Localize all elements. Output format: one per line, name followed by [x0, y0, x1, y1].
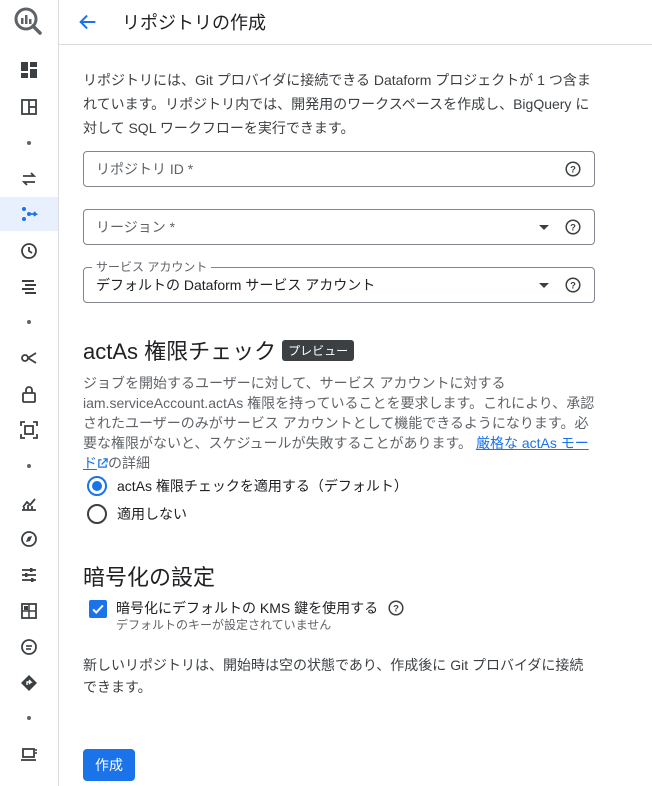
help-icon[interactable]: ? — [388, 600, 404, 616]
svg-text:?: ? — [570, 281, 576, 292]
graph-icon[interactable] — [0, 341, 58, 375]
tune-icon[interactable] — [0, 558, 58, 592]
lock-icon[interactable] — [0, 377, 58, 411]
external-link-icon — [98, 458, 108, 468]
page-title: リポジトリの作成 — [122, 13, 266, 33]
transfer-icon[interactable] — [0, 162, 58, 196]
default-kms-key-checkbox-row[interactable]: 暗号化にデフォルトの KMS 鍵を使用する? デフォルトのキーが設定されていませ… — [89, 598, 404, 632]
repository-note: 新しいリポジトリは、開始時は空の状態であり、作成後に Git プロバイダに接続で… — [83, 657, 584, 695]
radio-unselected[interactable] — [87, 504, 107, 524]
history-icon[interactable] — [0, 234, 58, 268]
svg-text:?: ? — [570, 165, 576, 176]
radio-selected[interactable] — [87, 476, 107, 496]
intro-text: リポジトリには、Git プロバイダに接続できる Dataform プロジェクトが… — [83, 72, 591, 136]
region-select[interactable]: リージョン * ? — [83, 209, 595, 245]
svg-text:?: ? — [393, 604, 399, 615]
list-icon[interactable] — [0, 269, 58, 303]
actas-none-label: 適用しない — [117, 506, 187, 522]
diamond-icon[interactable] — [0, 666, 58, 700]
actas-section-title: actAs 権限チェック プレビュー — [83, 334, 355, 366]
actas-none-option[interactable]: 適用しない — [87, 504, 187, 524]
help-icon[interactable]: ? — [565, 277, 581, 293]
service-account-select[interactable]: サービス アカウント デフォルトの Dataform サービス アカウント ? — [83, 260, 595, 303]
create-button[interactable]: 作成 — [83, 749, 135, 781]
table-icon[interactable] — [0, 594, 58, 628]
separator-dot — [0, 305, 58, 339]
help-icon[interactable]: ? — [565, 219, 581, 235]
actas-title-text: actAs 権限チェック — [83, 339, 277, 364]
separator-dot — [0, 701, 58, 735]
service-account-value: デフォルトの Dataform サービス アカウント — [96, 277, 376, 293]
page-header: リポジトリの作成 — [59, 0, 652, 45]
dropdown-arrow-icon — [539, 224, 549, 230]
encryption-section-title: 暗号化の設定 — [83, 565, 216, 590]
separator-dot — [0, 449, 58, 483]
default-kms-key-sublabel: デフォルトのキーが設定されていません — [116, 618, 332, 632]
region-placeholder: リージョン * — [96, 219, 176, 235]
separator-dot — [0, 126, 58, 160]
device-icon[interactable] — [0, 737, 58, 771]
bigquery-logo-icon[interactable] — [12, 5, 44, 37]
default-kms-key-label: 暗号化にデフォルトの KMS 鍵を使用する — [116, 600, 379, 616]
back-arrow-icon[interactable] — [76, 10, 100, 34]
actas-description: ジョブを開始するユーザーに対して、サービス アカウントに対する iam.serv… — [83, 373, 595, 473]
dashboard-icon[interactable] — [0, 53, 58, 87]
repository-id-input[interactable]: リポジトリ ID * ? — [83, 151, 595, 187]
scan-icon[interactable] — [0, 413, 58, 447]
compass-icon[interactable] — [0, 522, 58, 556]
default-kms-key-checkbox[interactable] — [89, 600, 107, 618]
actas-apply-option[interactable]: actAs 権限チェックを適用する（デフォルト） — [87, 476, 408, 496]
chart-icon[interactable] — [0, 486, 58, 520]
pipeline-icon[interactable] — [0, 197, 58, 231]
left-rail — [0, 0, 59, 786]
dropdown-arrow-icon — [539, 282, 549, 288]
help-icon[interactable]: ? — [565, 161, 581, 177]
actas-apply-label: actAs 権限チェックを適用する（デフォルト） — [117, 478, 408, 494]
link-suffix: の詳細 — [108, 455, 150, 471]
svg-text:?: ? — [570, 223, 576, 234]
preview-badge: プレビュー — [282, 340, 355, 361]
repository-id-placeholder: リポジトリ ID * — [96, 161, 194, 177]
chat-icon[interactable] — [0, 630, 58, 664]
grid-panel-icon[interactable] — [0, 90, 58, 124]
service-account-label: サービス アカウント — [92, 260, 212, 274]
